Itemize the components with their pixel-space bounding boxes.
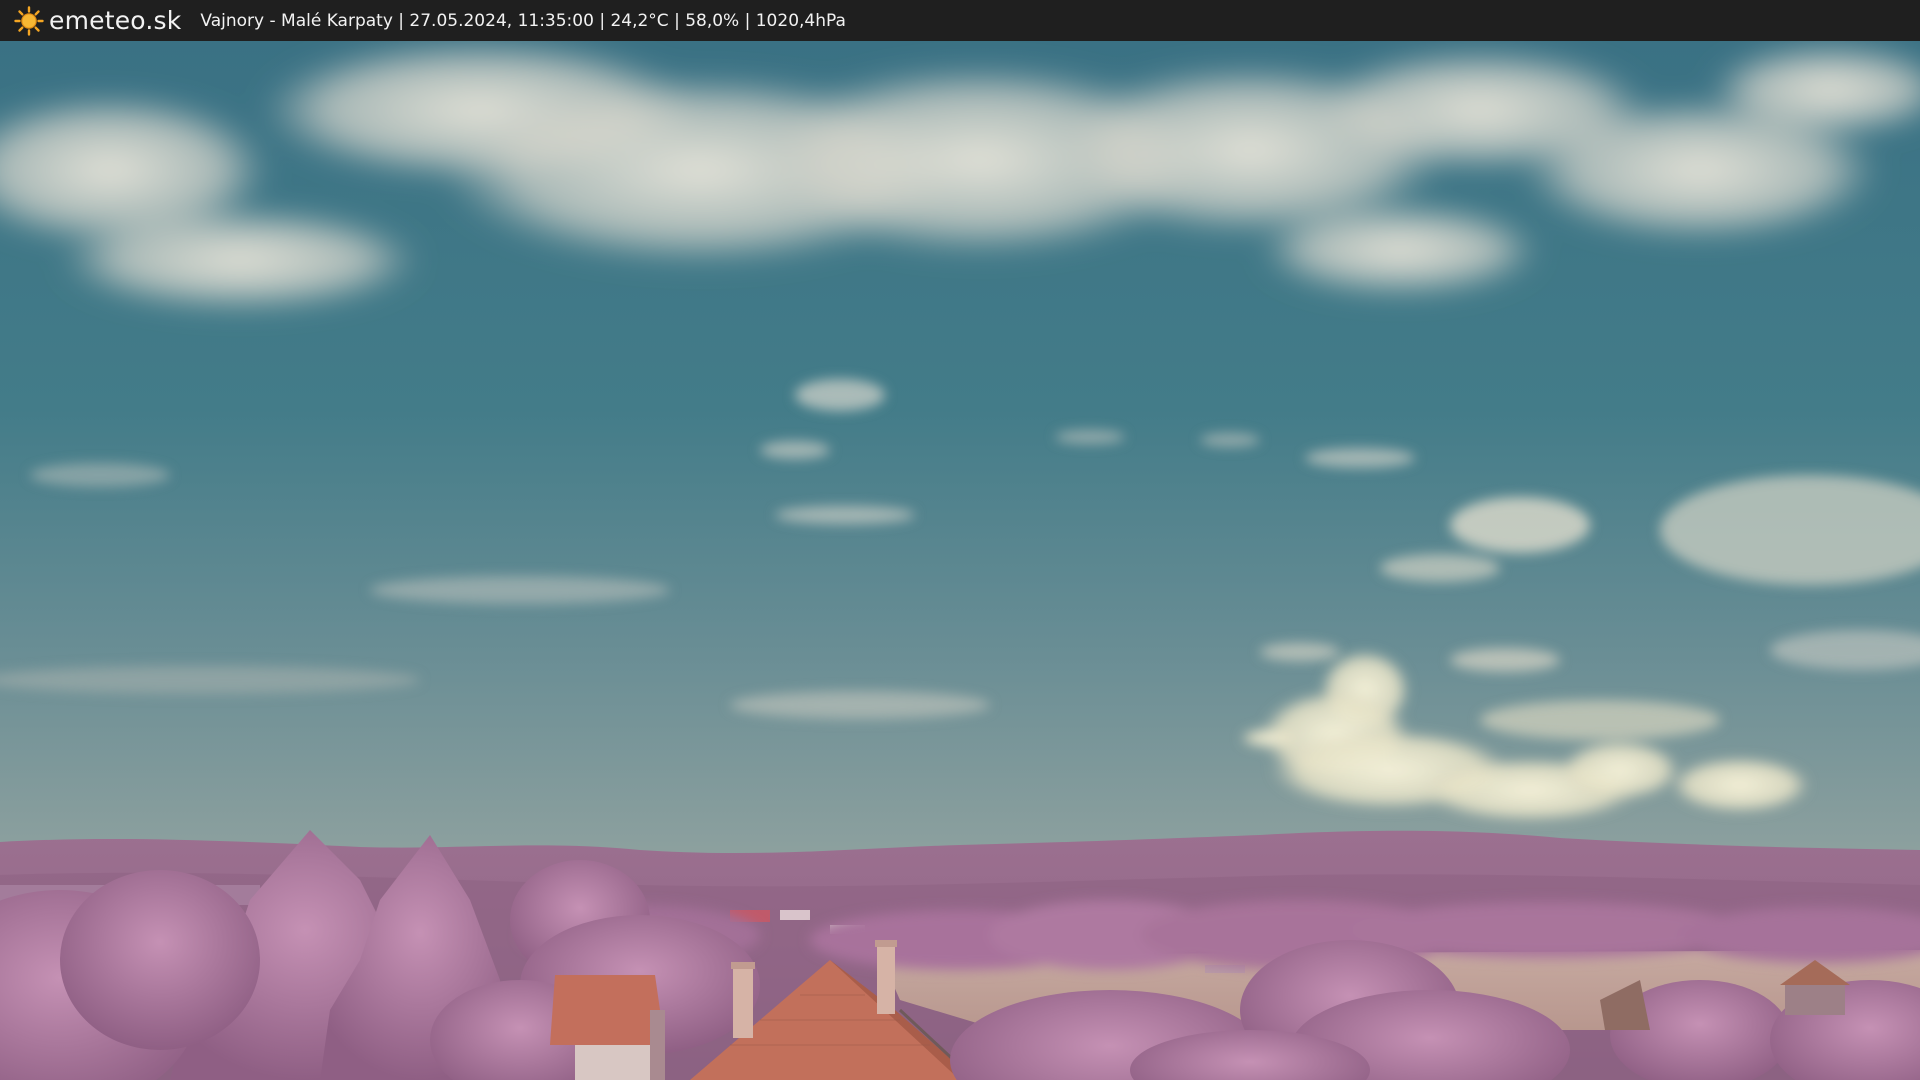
webcam-scene (0, 41, 1920, 1080)
caption-bar: emeteo.sk Vajnory - Malé Karpaty | 27.05… (0, 0, 1920, 41)
sun-icon (14, 5, 44, 36)
webcam-frame: emeteo.sk Vajnory - Malé Karpaty | 27.05… (0, 0, 1920, 1080)
site-brand: emeteo.sk (49, 6, 182, 35)
weather-caption: Vajnory - Malé Karpaty | 27.05.2024, 11:… (200, 10, 846, 31)
